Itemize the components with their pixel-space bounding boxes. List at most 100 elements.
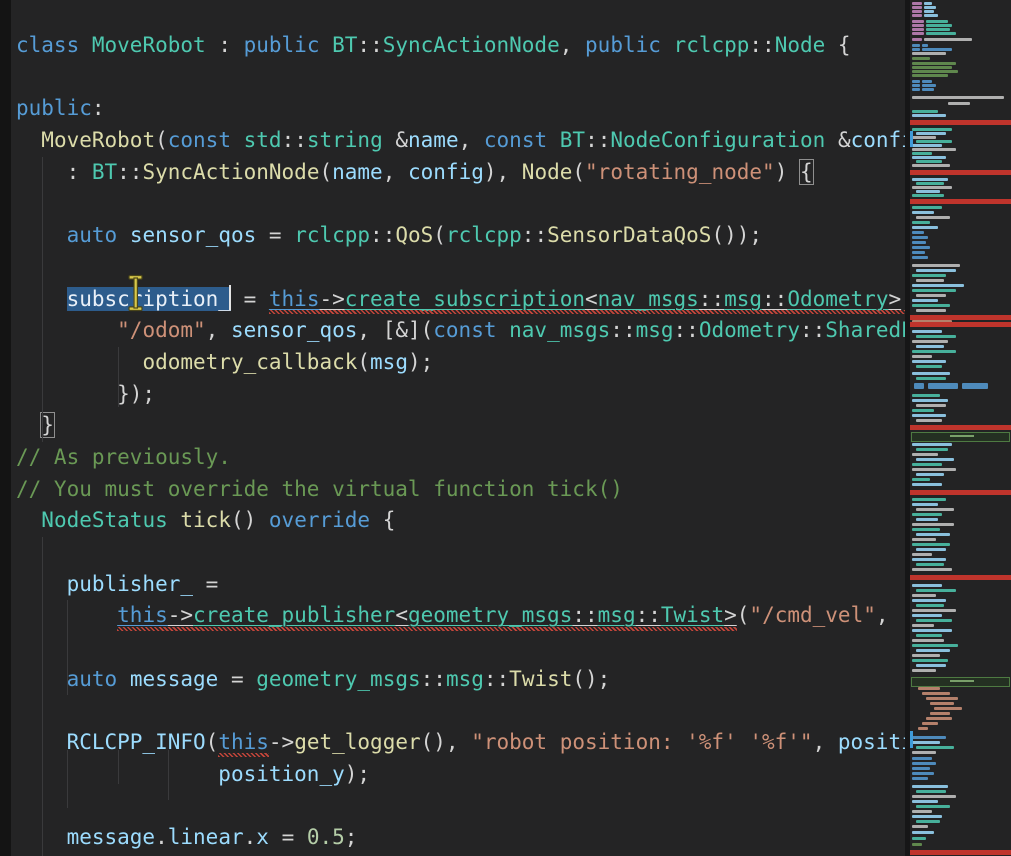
minimap-code-row xyxy=(916,182,944,185)
minimap-highlight-label xyxy=(950,680,974,682)
code-line: message.linear.x = 0.5; xyxy=(0,822,908,854)
minimap-code-row xyxy=(912,48,920,51)
text-cursor-icon xyxy=(127,274,145,312)
minimap-code-row xyxy=(912,553,932,556)
code-line xyxy=(0,62,908,94)
minimap-code-row xyxy=(926,24,952,27)
minimap-code-row xyxy=(916,563,944,566)
minimap-code-row xyxy=(912,80,920,83)
minimap-code-row xyxy=(912,654,940,657)
minimap-code-row xyxy=(912,355,932,358)
code-line: position_y); xyxy=(0,759,908,791)
minimap-code-row xyxy=(912,594,936,597)
minimap-code-row xyxy=(912,800,938,803)
minimap-code-row xyxy=(924,14,938,17)
minimap-code-row xyxy=(924,2,932,5)
minimap-code-row xyxy=(912,340,948,343)
minimap-code-row xyxy=(912,264,960,267)
minimap-code-row xyxy=(912,614,942,617)
error-squiggle xyxy=(218,753,269,757)
minimap-code-row xyxy=(912,599,946,602)
minimap-code-row xyxy=(912,136,936,139)
minimap-code-row xyxy=(916,589,956,592)
minimap-code-row xyxy=(916,473,944,476)
minimap-code-row xyxy=(916,649,950,652)
minimap-code-row xyxy=(934,707,962,710)
minimap-code-row xyxy=(912,74,948,77)
code-line xyxy=(0,695,908,727)
minimap-code-row xyxy=(912,14,922,17)
minimap-code-row xyxy=(912,543,950,546)
minimap-code-row xyxy=(916,404,946,407)
minimap-code-row xyxy=(916,619,952,622)
minimap-code-row xyxy=(912,299,938,302)
minimap-code-row xyxy=(912,226,938,229)
minimap[interactable] xyxy=(910,0,1011,856)
minimap-code-row xyxy=(912,463,942,466)
minimap-code-row xyxy=(926,717,952,720)
minimap-code-row xyxy=(912,284,964,287)
minimap-code-row xyxy=(912,837,926,840)
minimap-code-row xyxy=(912,114,946,117)
minimap-code-row xyxy=(912,164,950,167)
minimap-code-row xyxy=(912,251,925,254)
minimap-code-row xyxy=(914,383,924,389)
minimap-code-row xyxy=(912,84,920,87)
minimap-code-row xyxy=(912,831,934,834)
minimap-code-row xyxy=(912,246,930,249)
minimap-code-row xyxy=(912,523,954,526)
minimap-code-row xyxy=(918,727,928,730)
minimap-code-row xyxy=(912,28,924,31)
minimap-code-row xyxy=(912,10,922,13)
minimap-code-row xyxy=(924,10,934,13)
minimap-code-row xyxy=(912,568,952,571)
indent-guide xyxy=(118,750,119,784)
minimap-code-row xyxy=(912,32,924,35)
minimap-code-row xyxy=(912,624,934,627)
code-line: } xyxy=(0,410,908,442)
minimap-code-row xyxy=(916,132,946,135)
code-editor[interactable]: class MoveRobot : public BT::SyncActionN… xyxy=(0,0,908,856)
minimap-code-row xyxy=(916,419,942,422)
minimap-code-row xyxy=(912,178,948,181)
minimap-highlight-box xyxy=(911,677,1010,687)
indent-guide xyxy=(67,750,68,808)
minimap-code-row xyxy=(912,751,936,754)
minimap-code-row xyxy=(912,815,942,818)
error-squiggle xyxy=(269,310,908,314)
minimap-code-row xyxy=(912,241,926,244)
minimap-code-row xyxy=(912,96,1004,99)
code-line: publisher_ = xyxy=(0,569,908,601)
minimap-code-row xyxy=(916,279,944,282)
minimap-code-row xyxy=(912,843,922,846)
indent-guide xyxy=(118,347,119,407)
code-line: }); xyxy=(0,379,908,411)
minimap-highlight-box xyxy=(911,432,1010,442)
minimap-code-row xyxy=(912,2,922,5)
minimap-error-line xyxy=(910,425,1011,430)
minimap-code-row xyxy=(912,443,952,446)
code-line: auto message = geometry_msgs::msg::Twist… xyxy=(0,664,908,696)
minimap-code-row xyxy=(912,399,948,402)
minimap-code-row xyxy=(916,309,946,312)
minimap-code-row xyxy=(912,394,940,397)
minimap-code-row xyxy=(912,110,938,113)
code-editor-screen: class MoveRobot : public BT::SyncActionN… xyxy=(0,0,1011,856)
minimap-code-row xyxy=(912,20,924,23)
minimap-error-line xyxy=(910,322,1011,327)
minimap-code-row xyxy=(926,32,956,35)
code-line xyxy=(0,188,908,220)
indent-guide xyxy=(67,600,68,695)
code-line: // As previously. xyxy=(0,442,908,474)
minimap-code-row xyxy=(912,483,942,486)
minimap-error-line xyxy=(910,120,1011,125)
minimap-code-row xyxy=(962,383,988,389)
code-line: public: xyxy=(0,93,908,125)
minimap-code-row xyxy=(912,810,932,813)
minimap-code-row xyxy=(912,777,928,780)
code-line: RCLCPP_INFO(this->get_logger(), "robot p… xyxy=(0,727,908,759)
minimap-code-row xyxy=(912,6,922,9)
minimap-code-row xyxy=(912,44,920,47)
minimap-code-row xyxy=(916,604,944,607)
minimap-code-row xyxy=(916,820,940,823)
